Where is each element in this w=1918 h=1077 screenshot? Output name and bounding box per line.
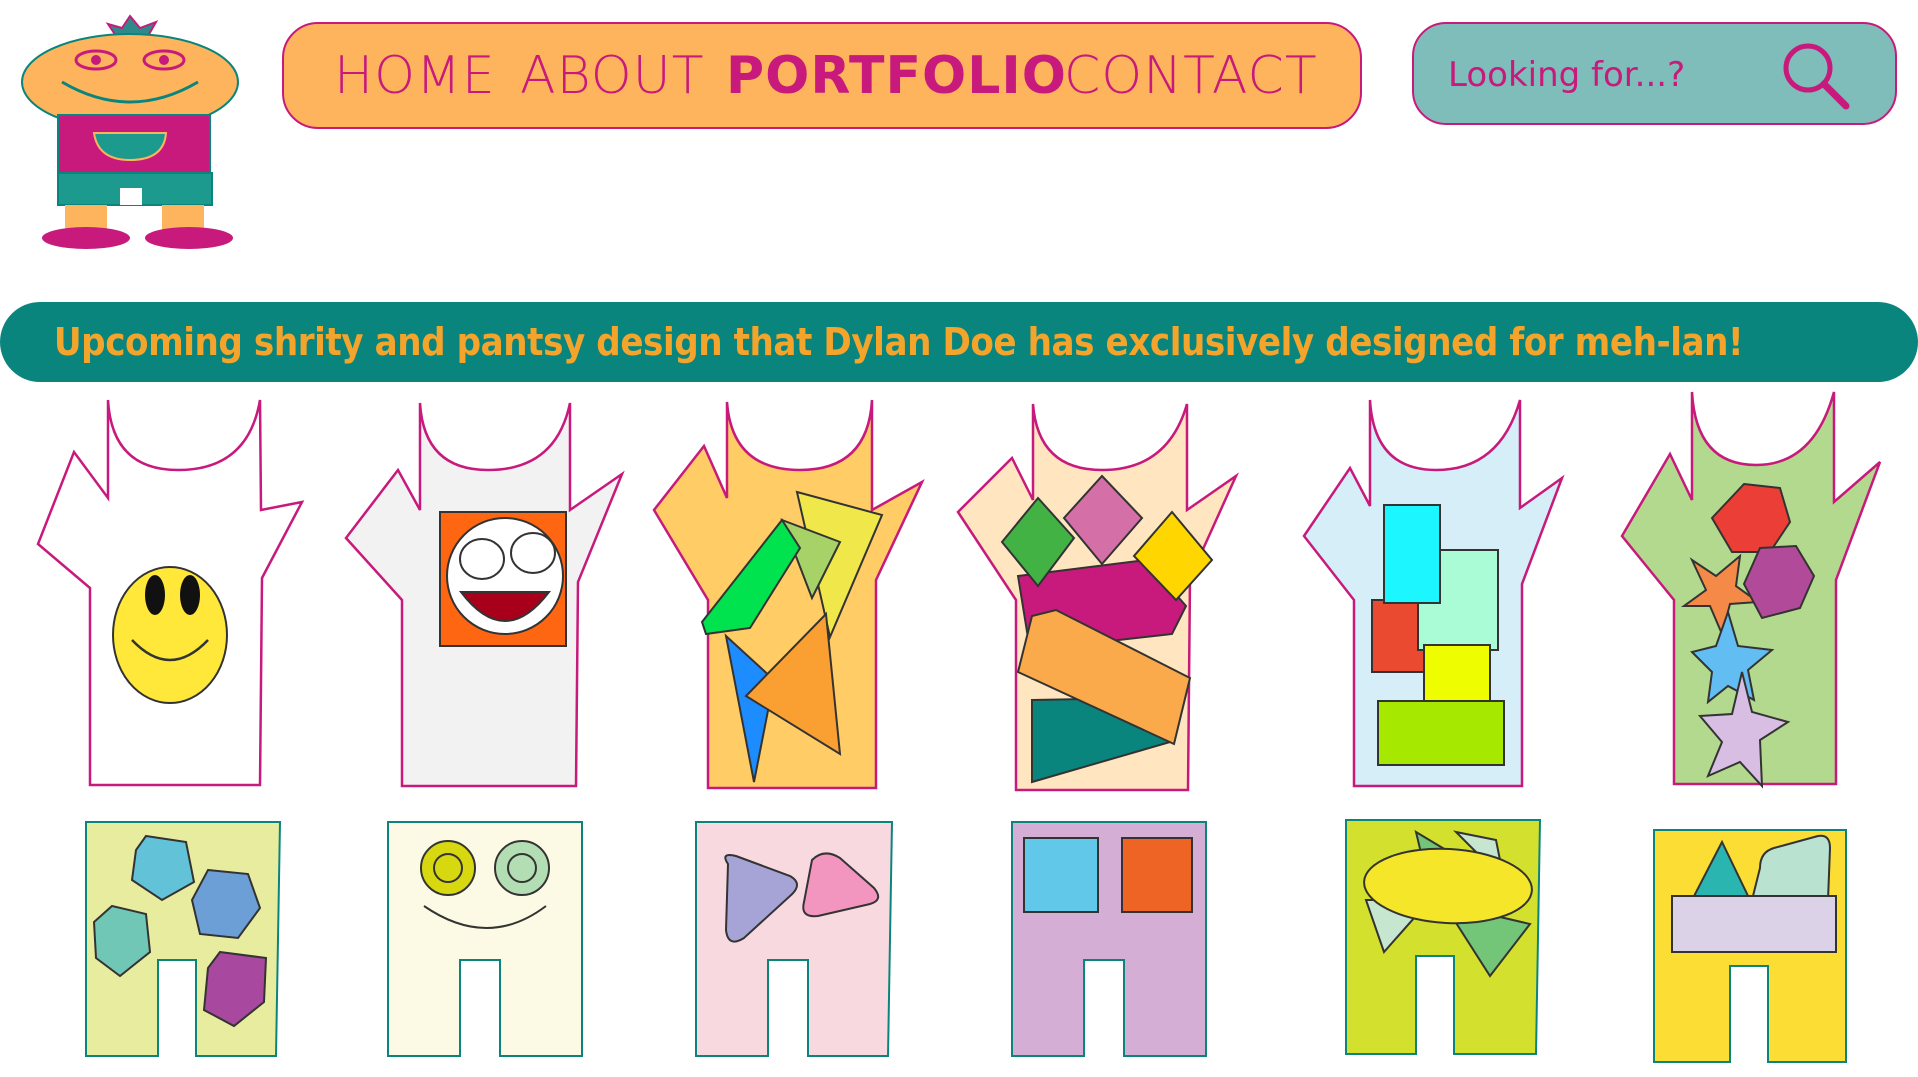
- pants-hexagons[interactable]: [85, 821, 282, 1057]
- pants-squares[interactable]: [1011, 821, 1207, 1057]
- nav-item-portfolio[interactable]: PORTFOLIO: [726, 46, 1067, 106]
- nav-item-home[interactable]: HOME: [334, 46, 496, 106]
- main-nav: HOME ABOUT PORTFOLIO CONTACT: [282, 22, 1362, 129]
- nav-item-about[interactable]: ABOUT: [520, 46, 704, 106]
- search-box: [1412, 22, 1897, 125]
- banner-text: Upcoming shrity and pantsy design that D…: [54, 320, 1744, 364]
- pants-eyes[interactable]: [387, 821, 583, 1057]
- shirt-smiley[interactable]: [36, 399, 305, 787]
- shirt-diamonds[interactable]: [956, 403, 1239, 792]
- nav-item-contact[interactable]: CONTACT: [1064, 46, 1318, 106]
- robot-mascot-icon: [21, 14, 239, 249]
- shirt-blocks[interactable]: [1302, 399, 1565, 788]
- shirt-laughing[interactable]: [344, 402, 625, 788]
- search-input[interactable]: [1446, 48, 1750, 102]
- pants-shapes[interactable]: [1653, 829, 1847, 1063]
- pants-ellipse[interactable]: [1345, 819, 1542, 1055]
- robot-mascot-logo[interactable]: [14, 10, 246, 255]
- pants-triangles[interactable]: [695, 821, 894, 1057]
- search-icon[interactable]: [1776, 36, 1856, 116]
- designs-gallery: [36, 391, 1882, 1063]
- announcement-banner: Upcoming shrity and pantsy design that D…: [0, 302, 1918, 382]
- shirt-stars[interactable]: [1620, 391, 1882, 789]
- shirt-triangles[interactable]: [652, 399, 925, 790]
